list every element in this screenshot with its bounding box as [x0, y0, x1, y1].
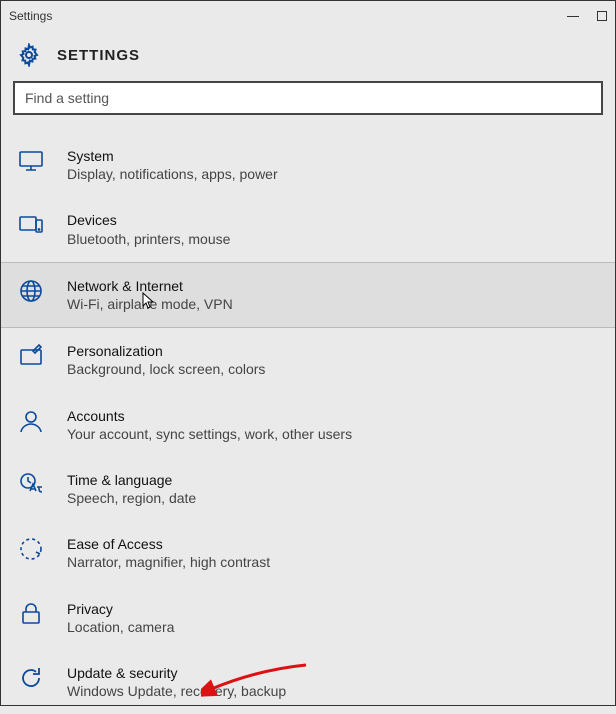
category-time-language[interactable]: Time & language Speech, region, date [1, 457, 615, 521]
window-title: Settings [9, 9, 52, 23]
cat-title: System [67, 147, 278, 165]
accounts-icon [17, 407, 45, 435]
cat-title: Ease of Access [67, 535, 270, 553]
cat-title: Personalization [67, 342, 265, 360]
cat-text: Network & Internet Wi-Fi, airplane mode,… [67, 277, 233, 313]
category-ease-of-access[interactable]: Ease of Access Narrator, magnifier, high… [1, 521, 615, 585]
category-personalization[interactable]: Personalization Background, lock screen,… [1, 328, 615, 392]
page-title: SETTINGS [57, 47, 140, 64]
system-icon [17, 147, 45, 175]
category-privacy[interactable]: Privacy Location, camera [1, 586, 615, 650]
cat-title: Network & Internet [67, 277, 233, 295]
cat-desc: Speech, region, date [67, 489, 196, 507]
minimize-icon[interactable] [567, 16, 579, 17]
cat-title: Accounts [67, 407, 352, 425]
cat-desc: Windows Update, recovery, backup [67, 682, 286, 700]
privacy-icon [17, 600, 45, 628]
category-network[interactable]: Network & Internet Wi-Fi, airplane mode,… [1, 262, 615, 328]
devices-icon [17, 211, 45, 239]
cat-text: System Display, notifications, apps, pow… [67, 147, 278, 183]
update-security-icon [17, 664, 45, 692]
cat-desc: Wi-Fi, airplane mode, VPN [67, 295, 233, 313]
cat-text: Privacy Location, camera [67, 600, 174, 636]
cat-text: Accounts Your account, sync settings, wo… [67, 407, 352, 443]
titlebar: Settings [1, 1, 615, 31]
cat-text: Update & security Windows Update, recove… [67, 664, 286, 700]
cat-desc: Display, notifications, apps, power [67, 165, 278, 183]
cat-text: Time & language Speech, region, date [67, 471, 196, 507]
cat-desc: Location, camera [67, 618, 174, 636]
category-update-security[interactable]: Update & security Windows Update, recove… [1, 650, 615, 714]
personalization-icon [17, 342, 45, 370]
category-list: System Display, notifications, apps, pow… [1, 133, 615, 714]
search-input[interactable]: Find a setting [13, 81, 603, 115]
cat-title: Time & language [67, 471, 196, 489]
cat-title: Privacy [67, 600, 174, 618]
cat-desc: Bluetooth, printers, mouse [67, 230, 230, 248]
cat-text: Ease of Access Narrator, magnifier, high… [67, 535, 270, 571]
cat-desc: Narrator, magnifier, high contrast [67, 553, 270, 571]
window-controls [567, 11, 607, 21]
header: SETTINGS [1, 31, 615, 81]
cat-text: Devices Bluetooth, printers, mouse [67, 211, 230, 247]
ease-of-access-icon [17, 535, 45, 563]
category-devices[interactable]: Devices Bluetooth, printers, mouse [1, 197, 615, 261]
cat-desc: Background, lock screen, colors [67, 360, 265, 378]
category-system[interactable]: System Display, notifications, apps, pow… [1, 133, 615, 197]
cat-title: Devices [67, 211, 230, 229]
cat-desc: Your account, sync settings, work, other… [67, 425, 352, 443]
cat-text: Personalization Background, lock screen,… [67, 342, 265, 378]
time-language-icon [17, 471, 45, 499]
cat-title: Update & security [67, 664, 286, 682]
gear-icon [15, 41, 43, 69]
network-icon [17, 277, 45, 305]
maximize-icon[interactable] [597, 11, 607, 21]
category-accounts[interactable]: Accounts Your account, sync settings, wo… [1, 393, 615, 457]
